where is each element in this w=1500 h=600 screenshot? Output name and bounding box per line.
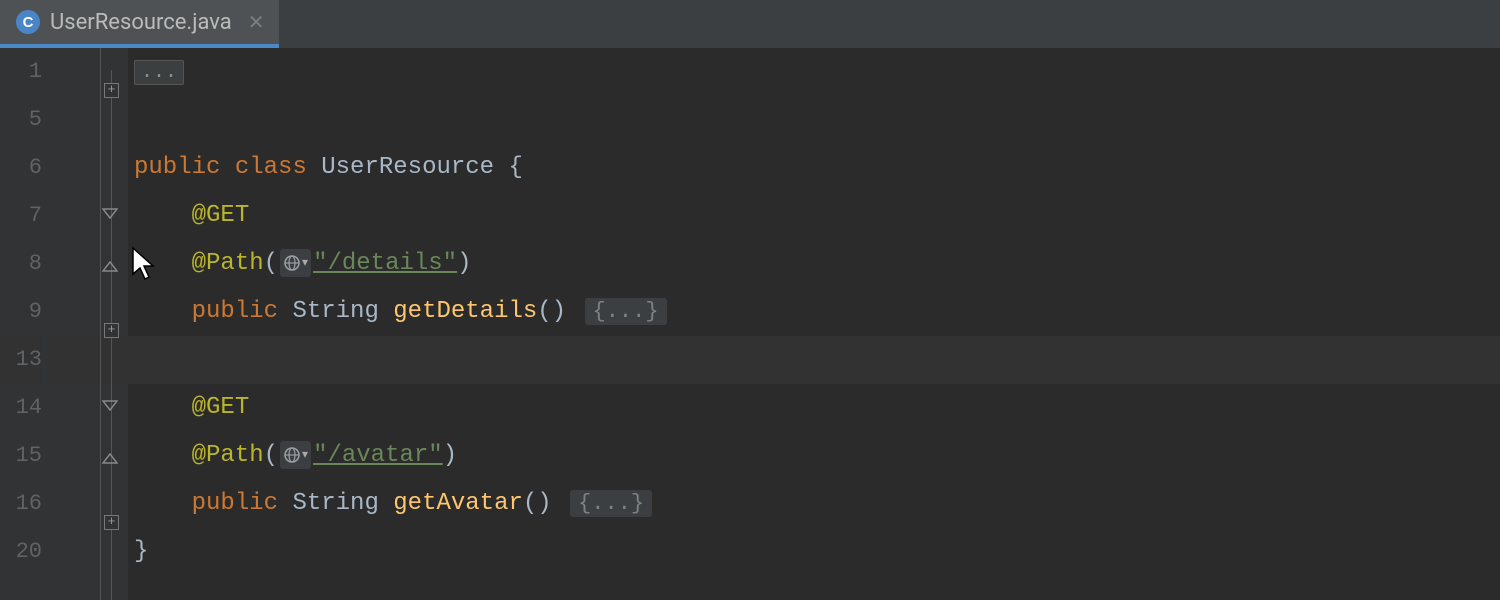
line-number: 16 bbox=[0, 480, 42, 528]
line-number: 5 bbox=[0, 96, 42, 144]
code-line[interactable]: public String getDetails() {...} bbox=[128, 288, 1500, 336]
file-tab[interactable]: C UserResource.java ✕ bbox=[0, 0, 279, 48]
chevron-down-icon: ▾ bbox=[302, 239, 308, 287]
folded-region[interactable]: ... bbox=[134, 60, 184, 85]
tab-bar: C UserResource.java ✕ bbox=[0, 0, 1500, 48]
fold-collapse-icon[interactable] bbox=[100, 192, 128, 240]
line-number: 7 bbox=[0, 192, 42, 240]
fold-expand-icon[interactable]: + bbox=[104, 323, 119, 338]
code-line[interactable]: @Path(▾"/avatar") bbox=[128, 432, 1500, 480]
line-number: 14 bbox=[0, 384, 42, 432]
code-area[interactable]: ... public class UserResource { @GET @Pa… bbox=[128, 48, 1500, 600]
code-line[interactable] bbox=[128, 96, 1500, 144]
close-tab-icon[interactable]: ✕ bbox=[248, 12, 265, 32]
code-line[interactable]: } bbox=[128, 528, 1500, 576]
fold-expand-icon[interactable]: + bbox=[104, 515, 119, 530]
line-number: 8 bbox=[0, 240, 42, 288]
line-number: 1 bbox=[0, 48, 42, 96]
line-number: 13 bbox=[0, 336, 42, 384]
code-line[interactable]: public class UserResource { bbox=[128, 144, 1500, 192]
fold-collapse-icon[interactable] bbox=[100, 240, 128, 288]
code-line[interactable]: @GET bbox=[128, 192, 1500, 240]
code-line[interactable]: @Path(▾"/details") bbox=[128, 240, 1500, 288]
line-number: 20 bbox=[0, 528, 42, 576]
folded-region[interactable]: {...} bbox=[570, 490, 652, 517]
line-number: 15 bbox=[0, 432, 42, 480]
icon-gutter bbox=[48, 48, 100, 600]
chevron-down-icon: ▾ bbox=[302, 431, 308, 479]
editor-area: 1 5 6 7 8 9 13 14 15 16 20 bbox=[0, 48, 1500, 600]
fold-collapse-icon[interactable] bbox=[100, 432, 128, 480]
fold-collapse-icon[interactable] bbox=[100, 384, 128, 432]
code-line[interactable]: public String getAvatar() {...} bbox=[128, 480, 1500, 528]
code-line[interactable]: @GET bbox=[128, 384, 1500, 432]
line-number: 6 bbox=[0, 144, 42, 192]
code-line[interactable]: ... bbox=[128, 48, 1500, 96]
fold-expand-icon[interactable]: + bbox=[104, 83, 119, 98]
url-mapping-icon[interactable]: ▾ bbox=[280, 249, 311, 277]
code-line[interactable] bbox=[128, 336, 1500, 384]
endpoint-gutter-icon[interactable] bbox=[48, 480, 100, 528]
line-number-gutter: 1 5 6 7 8 9 13 14 15 16 20 bbox=[0, 48, 48, 600]
class-file-icon: C bbox=[16, 10, 40, 34]
url-mapping-icon[interactable]: ▾ bbox=[280, 441, 311, 469]
tab-filename: UserResource.java bbox=[50, 10, 232, 35]
folded-region[interactable]: {...} bbox=[585, 298, 667, 325]
fold-gutter: + + + bbox=[100, 48, 128, 600]
endpoint-gutter-icon[interactable] bbox=[48, 288, 100, 336]
line-number: 9 bbox=[0, 288, 42, 336]
